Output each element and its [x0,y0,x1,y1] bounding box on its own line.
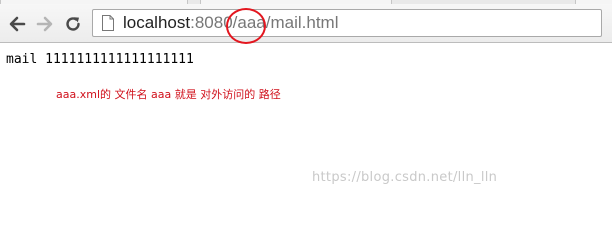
url-host: localhost [123,13,191,32]
forward-arrow-icon [36,16,53,32]
page-icon [102,15,114,31]
address-bar[interactable]: localhost:8080/aaa/mail.html [92,9,602,37]
browser-toolbar: localhost:8080/aaa/mail.html [0,4,612,43]
back-arrow-icon [9,16,26,32]
reload-icon [66,17,80,31]
forward-button[interactable] [34,13,56,35]
watermark: https://blog.csdn.net/lln_lln [312,170,498,185]
page-body-text: mail 1111111111111111111 [6,52,194,67]
annotation-circle [226,8,266,44]
back-button[interactable] [6,13,28,35]
annotation-note: aaa.xml的 文件名 aaa 就是 对外访问的 路径 [56,88,281,101]
reload-button[interactable] [62,13,84,35]
url-path-rest: /mail.html [265,13,339,32]
